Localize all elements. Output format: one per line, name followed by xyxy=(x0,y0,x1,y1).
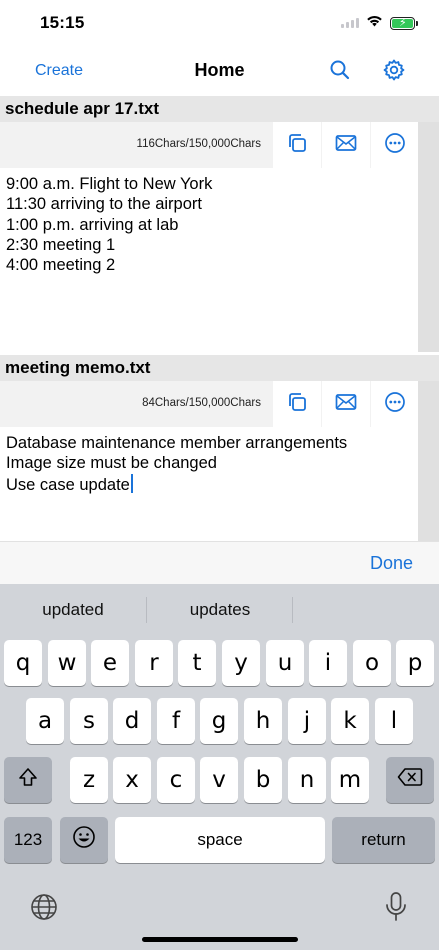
key-i[interactable]: i xyxy=(309,640,347,686)
suggestion-1[interactable]: updated xyxy=(0,600,146,620)
home-indicator xyxy=(142,937,298,942)
key-u[interactable]: u xyxy=(266,640,304,686)
copy-button[interactable] xyxy=(273,122,321,168)
delete-key[interactable] xyxy=(386,757,434,803)
shift-key[interactable] xyxy=(4,757,52,803)
key-v[interactable]: v xyxy=(200,757,238,803)
key-e[interactable]: e xyxy=(91,640,129,686)
status-icons: ⚡ xyxy=(341,14,418,32)
cellular-signal-icon xyxy=(341,18,359,28)
navigation-bar: Create Home xyxy=(0,46,439,96)
mail-button[interactable] xyxy=(322,381,370,427)
key-w[interactable]: w xyxy=(48,640,86,686)
document-title[interactable]: meeting memo.txt xyxy=(0,355,439,381)
emoji-icon xyxy=(72,825,96,855)
char-count: 84Chars/150,000Chars xyxy=(142,397,261,409)
document-editor[interactable]: 9:00 a.m. Flight to New York 11:30 arriv… xyxy=(0,168,439,352)
return-key[interactable]: return xyxy=(332,817,435,863)
suggestion-divider xyxy=(292,597,293,623)
key-n[interactable]: n xyxy=(288,757,326,803)
key-b[interactable]: b xyxy=(244,757,282,803)
key-s[interactable]: s xyxy=(70,698,108,744)
copy-icon xyxy=(286,132,308,159)
key-k[interactable]: k xyxy=(331,698,369,744)
microphone-icon[interactable] xyxy=(381,891,411,921)
key-c[interactable]: c xyxy=(157,757,195,803)
document-text[interactable]: 9:00 a.m. Flight to New York 11:30 arriv… xyxy=(0,168,439,281)
document-toolbar: 116Chars/150,000Chars xyxy=(0,122,439,168)
editor-scroll-gutter xyxy=(418,427,439,541)
key-y[interactable]: y xyxy=(222,640,260,686)
page-title: Home xyxy=(194,60,245,80)
keyboard: updated updates q w e r t y u i o p a s … xyxy=(0,584,439,950)
status-bar: 15:15 ⚡ xyxy=(0,0,439,46)
status-time: 15:15 xyxy=(40,13,85,32)
document-text-container[interactable]: Database maintenance member arrangements… xyxy=(0,427,439,501)
more-button[interactable] xyxy=(371,381,418,427)
key-m[interactable]: m xyxy=(331,757,369,803)
document-text[interactable]: Database maintenance member arrangements… xyxy=(6,434,347,494)
document-title[interactable]: schedule apr 17.txt xyxy=(0,96,439,122)
toolbar-edge xyxy=(418,381,439,427)
key-z[interactable]: z xyxy=(70,757,108,803)
key-t[interactable]: t xyxy=(178,640,216,686)
key-o[interactable]: o xyxy=(353,640,391,686)
suggestion-2[interactable]: updates xyxy=(147,600,293,620)
shift-icon xyxy=(17,766,39,794)
editor-scroll-gutter xyxy=(418,168,439,352)
key-g[interactable]: g xyxy=(200,698,238,744)
text-cursor xyxy=(130,473,133,493)
key-p[interactable]: p xyxy=(396,640,434,686)
copy-button[interactable] xyxy=(273,381,321,427)
document-card: schedule apr 17.txt 116Chars/150,000Char… xyxy=(0,96,439,352)
copy-icon xyxy=(286,391,308,418)
wifi-icon xyxy=(366,14,383,32)
more-button[interactable] xyxy=(371,122,418,168)
search-icon[interactable] xyxy=(328,58,352,82)
mail-icon xyxy=(335,393,357,416)
document-toolbar: 84Chars/150,000Chars xyxy=(0,381,439,427)
document-editor[interactable]: Database maintenance member arrangements… xyxy=(0,427,439,541)
battery-icon: ⚡ xyxy=(390,16,418,30)
backspace-icon xyxy=(397,767,423,793)
emoji-key[interactable] xyxy=(60,817,108,863)
suggestion-bar: updated updates xyxy=(0,584,439,636)
more-icon xyxy=(384,391,406,418)
key-f[interactable]: f xyxy=(157,698,195,744)
key-h[interactable]: h xyxy=(244,698,282,744)
more-icon xyxy=(384,132,406,159)
mail-button[interactable] xyxy=(322,122,370,168)
space-key[interactable]: space xyxy=(115,817,325,863)
key-q[interactable]: q xyxy=(4,640,42,686)
keyboard-accessory-bar: Done xyxy=(0,541,439,584)
key-x[interactable]: x xyxy=(113,757,151,803)
key-j[interactable]: j xyxy=(288,698,326,744)
done-button[interactable]: Done xyxy=(370,553,413,574)
key-d[interactable]: d xyxy=(113,698,151,744)
mail-icon xyxy=(335,134,357,157)
toolbar-edge xyxy=(418,122,439,168)
key-r[interactable]: r xyxy=(135,640,173,686)
numbers-key[interactable]: 123 xyxy=(4,817,52,863)
key-a[interactable]: a xyxy=(26,698,64,744)
globe-icon[interactable] xyxy=(29,892,59,922)
char-count: 116Chars/150,000Chars xyxy=(136,138,261,150)
key-l[interactable]: l xyxy=(375,698,413,744)
gear-icon[interactable] xyxy=(382,58,406,82)
document-card: meeting memo.txt 84Chars/150,000Chars Da… xyxy=(0,355,439,541)
